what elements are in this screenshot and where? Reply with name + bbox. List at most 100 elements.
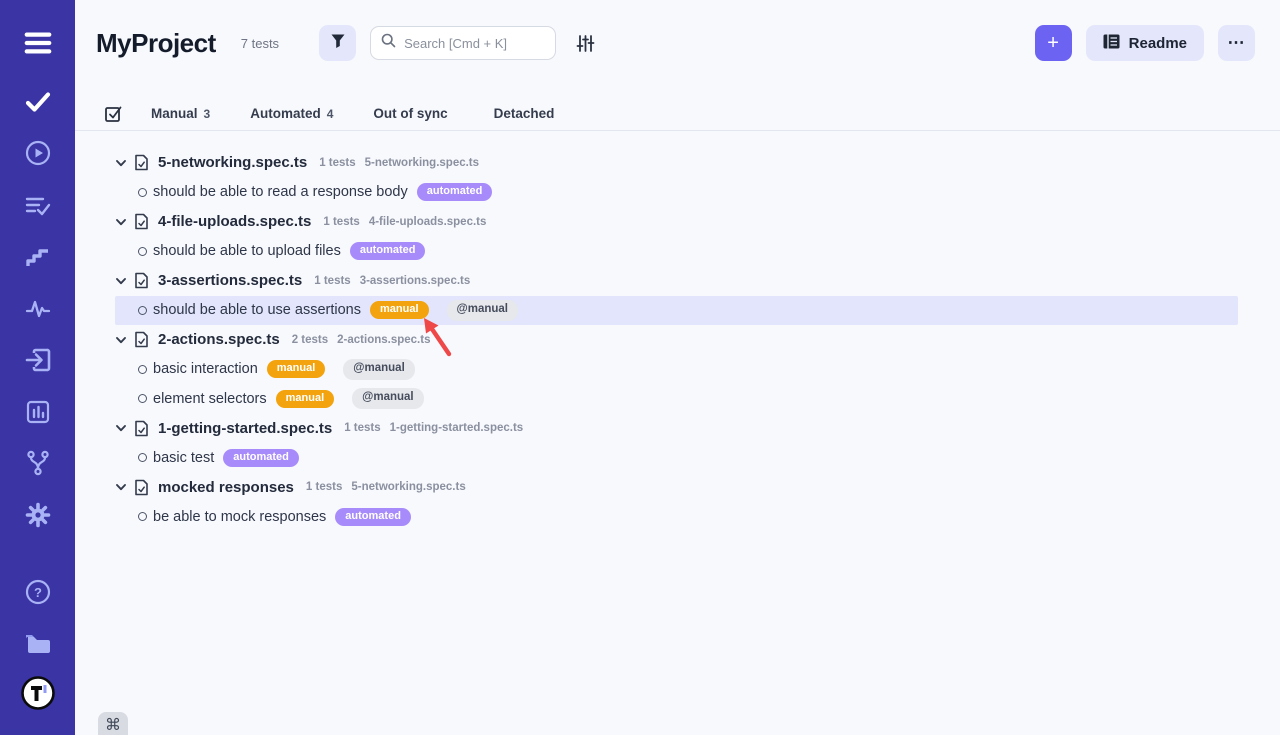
spec-file-row[interactable]: 2-actions.spec.ts 2 tests 2-actions.spec.t…: [115, 325, 1238, 355]
tab-label: Manual: [151, 106, 198, 121]
test-name[interactable]: basic interaction: [153, 361, 258, 377]
test-row[interactable]: basic interaction manual @manual: [115, 355, 1238, 385]
spec-file-icon: [134, 479, 149, 496]
filter-button[interactable]: [319, 25, 356, 61]
book-icon: [1103, 34, 1120, 53]
chevron-down-icon[interactable]: [115, 216, 127, 228]
spec-file-name[interactable]: mocked responses: [158, 479, 294, 496]
chevron-down-icon[interactable]: [115, 275, 127, 287]
tab-label: Automated: [250, 106, 321, 121]
tab-detached[interactable]: Detached: [494, 106, 561, 121]
search-box[interactable]: [370, 26, 556, 60]
tab-manual[interactable]: Manual 3: [151, 106, 210, 121]
spec-file-icon: [134, 154, 149, 171]
activity-icon[interactable]: [24, 295, 52, 323]
test-name[interactable]: basic test: [153, 450, 214, 466]
spec-file-name[interactable]: 3-assertions.spec.ts: [158, 272, 302, 289]
spec-file-row[interactable]: 4-file-uploads.spec.ts 1 tests 4-file-uplo…: [115, 207, 1238, 237]
tab-label: Out of sync: [373, 106, 447, 121]
help-icon[interactable]: ?: [24, 578, 52, 606]
automated-badge: automated: [350, 242, 426, 260]
add-button[interactable]: +: [1035, 25, 1072, 61]
test-row[interactable]: element selectorsmanual@manual: [115, 384, 1238, 414]
tab-bar: Manual 3 Automated 4 Out of sync Detached: [75, 96, 1280, 131]
test-row[interactable]: should be able to use assertionsmanual@m…: [115, 296, 1238, 326]
automated-badge: automated: [223, 449, 299, 467]
steps-icon[interactable]: [24, 243, 52, 271]
select-all-icon[interactable]: [103, 103, 123, 123]
test-name[interactable]: be able to mock responses: [153, 509, 326, 525]
spec-file-path: 5-networking.spec.ts: [351, 481, 465, 493]
automated-badge: automated: [417, 183, 493, 201]
spec-file-path: 4-file-uploads.spec.ts: [369, 216, 487, 228]
spec-file-path: 3-assertions.spec.ts: [360, 275, 471, 287]
chevron-down-icon[interactable]: [115, 157, 127, 169]
test-status-icon: [138, 365, 147, 374]
command-key-button[interactable]: ⌘: [98, 712, 128, 735]
page-title: MyProject: [96, 28, 216, 59]
test-status-icon: [138, 394, 147, 403]
tab-count: 4: [327, 107, 334, 121]
test-row[interactable]: be able to mock responses automated: [115, 502, 1238, 532]
git-branch-icon[interactable]: [24, 449, 52, 477]
spec-file-row[interactable]: 1-getting-started.spec.ts1 tests1-gettin…: [115, 414, 1238, 444]
spec-file-name[interactable]: 4-file-uploads.spec.ts: [158, 213, 311, 230]
test-name[interactable]: should be able to read a response body: [153, 184, 408, 200]
test-row[interactable]: basic test automated: [115, 443, 1238, 473]
spec-file-name[interactable]: 1-getting-started.spec.ts: [158, 420, 332, 437]
play-circle-icon[interactable]: [24, 139, 52, 167]
test-name[interactable]: element selectors: [153, 391, 267, 407]
spec-file-name[interactable]: 5-networking.spec.ts: [158, 154, 307, 171]
tests-count-label: 2 tests: [292, 334, 328, 346]
manual-badge: manual: [276, 390, 335, 408]
test-row[interactable]: should be able to upload files automated: [115, 237, 1238, 267]
spec-file-path: 2-actions.spec.ts: [337, 334, 430, 346]
test-status-icon: [138, 512, 147, 521]
chevron-down-icon[interactable]: [115, 422, 127, 434]
tests-count-label: 1 tests: [344, 422, 380, 434]
tab-out-of-sync[interactable]: Out of sync: [373, 106, 453, 121]
test-tree: 5-networking.spec.ts 1 tests 5-networking.…: [75, 148, 1280, 532]
spec-file-row[interactable]: mocked responses1 tests5-networking.spec…: [115, 473, 1238, 503]
search-icon: [381, 33, 396, 53]
tab-count: 3: [204, 107, 211, 121]
spec-file-name[interactable]: 2-actions.spec.ts: [158, 331, 280, 348]
search-input[interactable]: [404, 36, 580, 51]
menu-icon[interactable]: [24, 29, 52, 57]
command-icon: ⌘: [105, 715, 121, 735]
playlist-check-icon[interactable]: [24, 192, 52, 220]
tag-pill: @manual: [343, 359, 414, 380]
readme-button[interactable]: Readme: [1086, 25, 1204, 61]
test-name[interactable]: should be able to upload files: [153, 243, 341, 259]
bar-chart-icon[interactable]: [24, 398, 52, 426]
import-icon[interactable]: [24, 346, 52, 374]
manual-badge: manual: [267, 360, 326, 378]
gear-icon[interactable]: [24, 501, 52, 529]
spec-file-row[interactable]: 5-networking.spec.ts 1 tests 5-networking.…: [115, 148, 1238, 178]
spec-file-icon: [134, 420, 149, 437]
tab-label: Detached: [494, 106, 555, 121]
tests-count-label: 1 tests: [323, 216, 359, 228]
test-row[interactable]: should be able to read a response body au…: [115, 178, 1238, 208]
tabs: Manual 3 Automated 4 Out of sync Detached: [151, 106, 560, 121]
automated-badge: automated: [335, 508, 411, 526]
tests-count-label: 1 tests: [319, 157, 355, 169]
sliders-icon[interactable]: [573, 31, 597, 55]
more-options-button[interactable]: ⋯: [1218, 25, 1255, 61]
chevron-down-icon[interactable]: [115, 334, 127, 346]
tag-pill: @manual: [447, 300, 518, 321]
chevron-down-icon[interactable]: [115, 481, 127, 493]
tab-automated[interactable]: Automated 4: [250, 106, 333, 121]
test-name[interactable]: should be able to use assertions: [153, 302, 361, 318]
test-status-icon: [138, 306, 147, 315]
sidebar: ?: [0, 0, 75, 735]
funnel-icon: [330, 33, 346, 54]
spec-file-path: 5-networking.spec.ts: [365, 157, 479, 169]
spec-file-row[interactable]: 3-assertions.spec.ts1 tests3-assertions.…: [115, 266, 1238, 296]
app-logo[interactable]: [21, 676, 55, 710]
spec-file-icon: [134, 213, 149, 230]
spec-file-icon: [134, 331, 149, 348]
folder-icon[interactable]: [24, 629, 52, 657]
tests-count: 7 tests: [241, 36, 279, 51]
check-icon[interactable]: [24, 88, 52, 116]
